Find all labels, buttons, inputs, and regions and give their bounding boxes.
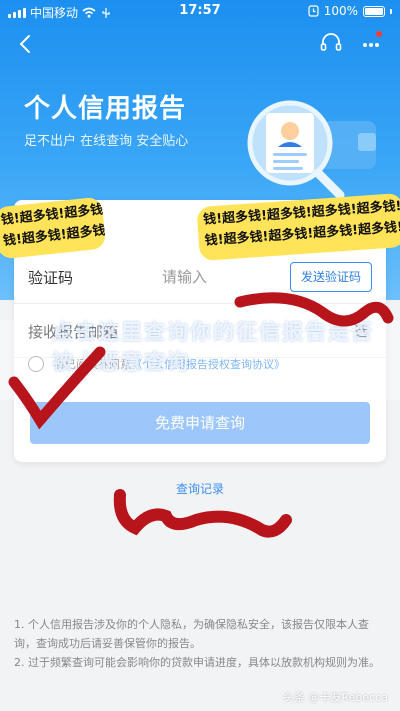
code-input[interactable] (162, 262, 292, 292)
note-item: 2. 过于频繁查询可能会影响你的贷款申请进度，具体以放款机构规则为准。 (14, 656, 380, 669)
watermark: 头条 @卡友Rebecca (283, 691, 388, 704)
chevron-left-icon (19, 35, 30, 53)
notification-dot (376, 31, 382, 37)
page-title: 个人信用报告 (24, 94, 187, 124)
battery-percent: 100% (323, 4, 358, 18)
overlay-banner-text: 点击这里查询你的征信报告是否被人恶意查询 (52, 320, 374, 374)
code-label: 验证码 (28, 269, 74, 287)
send-code-button[interactable]: 发送验证码 (290, 262, 372, 292)
notes-section: 1. 个人信用报告涉及你的个人隐私，为确保隐私安全，该报告仅限本人查询，查询成功… (14, 615, 386, 672)
battery-icon (363, 5, 385, 17)
customer-service-button[interactable] (318, 30, 344, 56)
headset-icon (320, 33, 342, 51)
status-bar: 中国移动 17:57 100% (0, 0, 400, 22)
note-item: 1. 个人信用报告涉及你的个人隐私，为确保隐私安全，该报告仅限本人查询，查询成功… (14, 618, 369, 650)
alarm-icon (308, 5, 319, 17)
code-row: 验证码 发送验证码 (14, 250, 386, 304)
report-magnifier-illustration (247, 100, 376, 200)
page-subtitle: 足不出户 在线查询 安全贴心 (24, 134, 189, 149)
query-history-link[interactable]: 查询记录 (0, 480, 400, 497)
more-menu-button[interactable] (356, 30, 386, 56)
apply-query-button[interactable]: 免费申请查询 (30, 402, 370, 444)
back-button[interactable] (12, 30, 40, 58)
